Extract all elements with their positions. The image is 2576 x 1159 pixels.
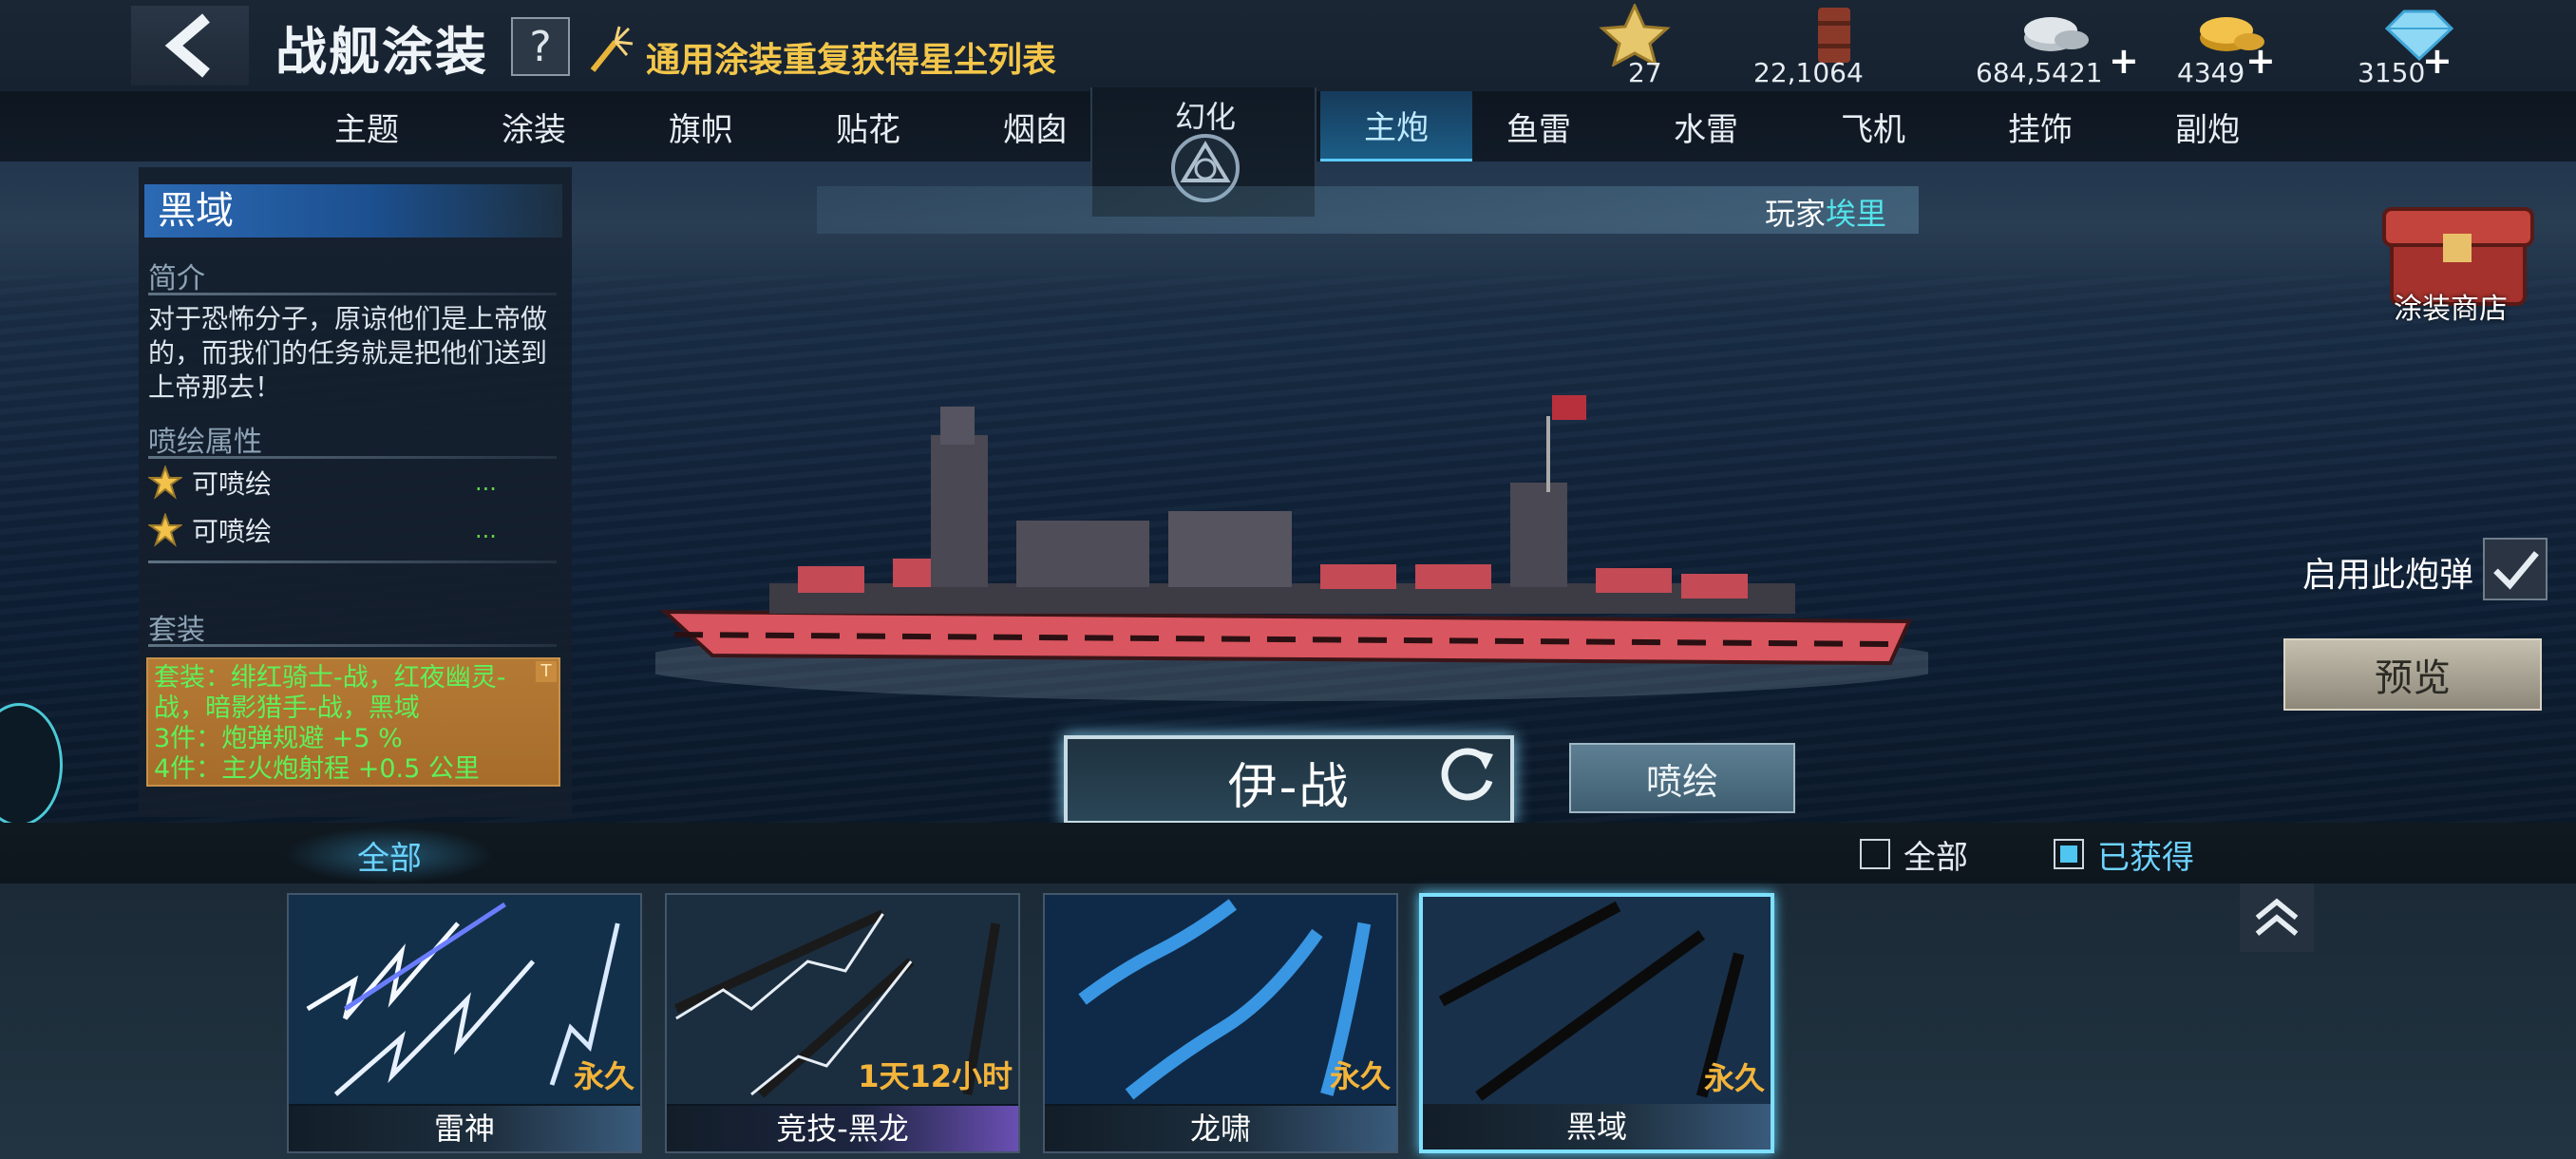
category-all-tab[interactable]: 全部 (285, 826, 494, 884)
divider (148, 293, 557, 295)
notice-link[interactable]: 通用涂装重复获得星尘列表 (646, 32, 1056, 82)
game-scene: 战舰涂装 ? 通用涂装重复获得星尘列表 27 22,1064 684,5421 … (0, 0, 2576, 1159)
skin-card[interactable]: 永久 雷神 (287, 893, 642, 1153)
player-name: 埃里 (1826, 196, 1887, 232)
skin-card-selected[interactable]: 永久 黑域 (1419, 893, 1774, 1153)
resource-gold: 4349 + (2156, 0, 2280, 91)
paint-button[interactable]: 喷绘 (1569, 743, 1795, 813)
tab-aircraft[interactable]: 飞机 (1797, 91, 1949, 162)
firework-icon (590, 26, 634, 72)
tab-main-gun[interactable]: 主炮 (1320, 91, 1472, 162)
switch-ship-icon[interactable] (1434, 741, 1501, 808)
player-label: 玩家埃里 (1765, 196, 1887, 232)
set-badge: T (536, 661, 557, 682)
double-chevron-up-icon (2255, 898, 2299, 936)
checkbox-checked-icon (2054, 839, 2084, 869)
tab-mine[interactable]: 水雷 (1630, 91, 1782, 162)
skin-card[interactable]: 永久 龙啸 (1043, 893, 1398, 1153)
enable-shell-checkbox[interactable] (2483, 538, 2548, 600)
skin-shop-label[interactable]: 涂装商店 (2394, 285, 2508, 327)
intro-heading: 简介 (148, 262, 205, 295)
star-icon (148, 466, 182, 500)
skin-info-panel: 黑域 简介 对于恐怖分子，原谅他们是上帝做的，而我们的任务就是把他们送到上帝那去… (139, 167, 572, 817)
page-title: 战舰涂装 (275, 24, 488, 81)
back-button[interactable] (131, 6, 249, 86)
paint-attr-heading: 喷绘属性 (148, 426, 262, 459)
tab-funnel[interactable]: 烟囱 (959, 91, 1111, 162)
tab-theme[interactable]: 主题 (291, 91, 443, 162)
tab-ornament[interactable]: 挂饰 (1964, 91, 2116, 162)
set-bonus-box: 套装：绯红骑士-战，红夜幽灵-战，暗影猎手-战，黑域 3件：炮弹规避 +5 % … (146, 657, 560, 787)
help-button[interactable]: ? (511, 17, 570, 76)
resource-oil: 22,1064 (1748, 0, 1890, 91)
player-banner (817, 186, 1919, 234)
tab-paint[interactable]: 涂装 (458, 91, 610, 162)
battleship-model (655, 395, 1928, 701)
back-arrow-icon (164, 13, 210, 78)
resource-silver: 684,5421 + (1966, 0, 2139, 91)
checkbox-icon (1860, 839, 1890, 869)
star-icon (148, 513, 182, 547)
resource-star: 27 (1592, 0, 1677, 91)
skin-card[interactable]: 1天12小时 竞技-黑龙 (665, 893, 1020, 1153)
tab-torpedo[interactable]: 鱼雷 (1463, 91, 1615, 162)
set-heading: 套装 (148, 614, 205, 647)
intro-text: 对于恐怖分子，原谅他们是上帝做的，而我们的任务就是把他们送到上帝那去！ (148, 303, 548, 403)
collapse-button[interactable] (2240, 884, 2314, 952)
divider (148, 456, 557, 459)
resource-diamond: 3150 + (2337, 0, 2460, 91)
enable-shell-label: 启用此炮弹 (2302, 556, 2474, 595)
divider (148, 560, 557, 563)
tab-flag[interactable]: 旗帜 (625, 91, 777, 162)
preview-button[interactable]: 预览 (2283, 638, 2542, 711)
attr-row: 可喷绘 ... (148, 511, 497, 549)
attr-row: 可喷绘 ... (148, 464, 497, 502)
filter-owned-checkbox[interactable]: 已获得 (2054, 838, 2194, 877)
tab-secondary-gun[interactable]: 副炮 (2131, 91, 2283, 162)
tab-decal[interactable]: 贴花 (792, 91, 944, 162)
divider (148, 644, 557, 647)
checkmark-icon (2493, 551, 2539, 590)
skin-name: 黑域 (144, 184, 562, 238)
filter-all-checkbox[interactable]: 全部 (1860, 838, 1968, 877)
